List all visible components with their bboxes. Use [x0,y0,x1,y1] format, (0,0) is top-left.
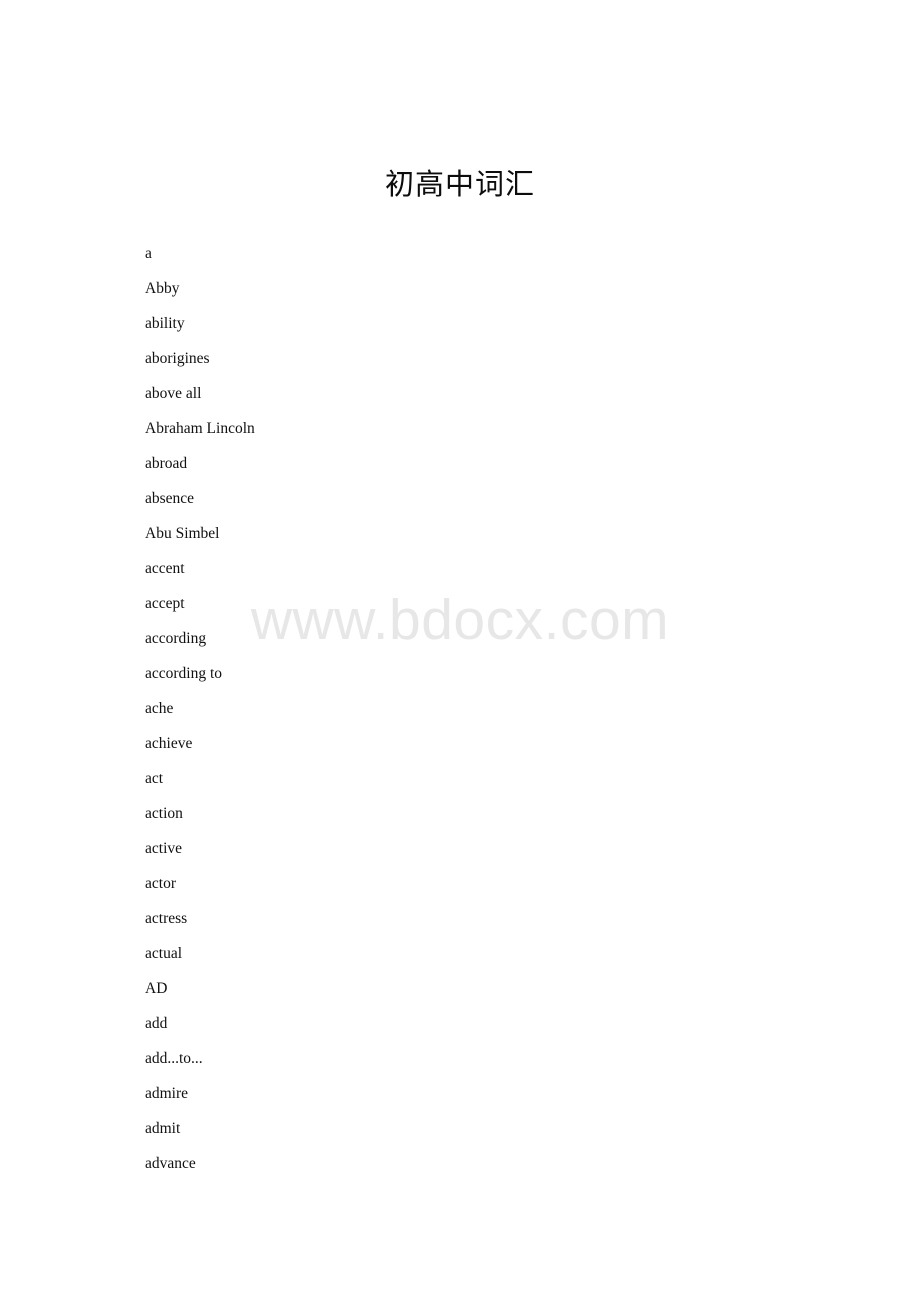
list-item: Abraham Lincoln [145,420,255,437]
list-item: act [145,770,164,787]
document-content: 初高中词汇 a Abby ability aborigines above al… [0,0,920,1302]
list-item: achieve [145,735,193,752]
page-title: 初高中词汇 [384,169,535,202]
list-item: ache [145,700,174,717]
list-item: ability [145,315,185,332]
list-item: according to [145,665,223,682]
list-item: Abu Simbel [145,525,220,542]
list-item: accent [145,560,185,577]
vocabulary-word-list: a Abby ability aborigines above all Abra… [145,236,785,1181]
document-page: www.bdocx.com 初高中词汇 a Abby ability abori… [0,0,920,1302]
list-item: actor [145,875,176,892]
list-item: Abby [145,280,180,297]
list-item: actress [145,910,188,927]
list-item: abroad [145,455,188,472]
list-item: according [145,630,207,647]
list-item: above all [145,385,202,402]
list-item: advance [145,1155,196,1172]
list-item: accept [145,595,185,612]
list-item: admit [145,1120,181,1137]
list-item: AD [145,980,168,997]
list-item: actual [145,945,183,962]
list-item: aborigines [145,350,210,367]
list-item: add...to... [145,1050,203,1067]
list-item: absence [145,490,195,507]
list-item: admire [145,1085,189,1102]
list-item: a [145,245,152,262]
list-item: add [145,1015,168,1032]
list-item: active [145,840,183,857]
list-item: action [145,805,183,822]
